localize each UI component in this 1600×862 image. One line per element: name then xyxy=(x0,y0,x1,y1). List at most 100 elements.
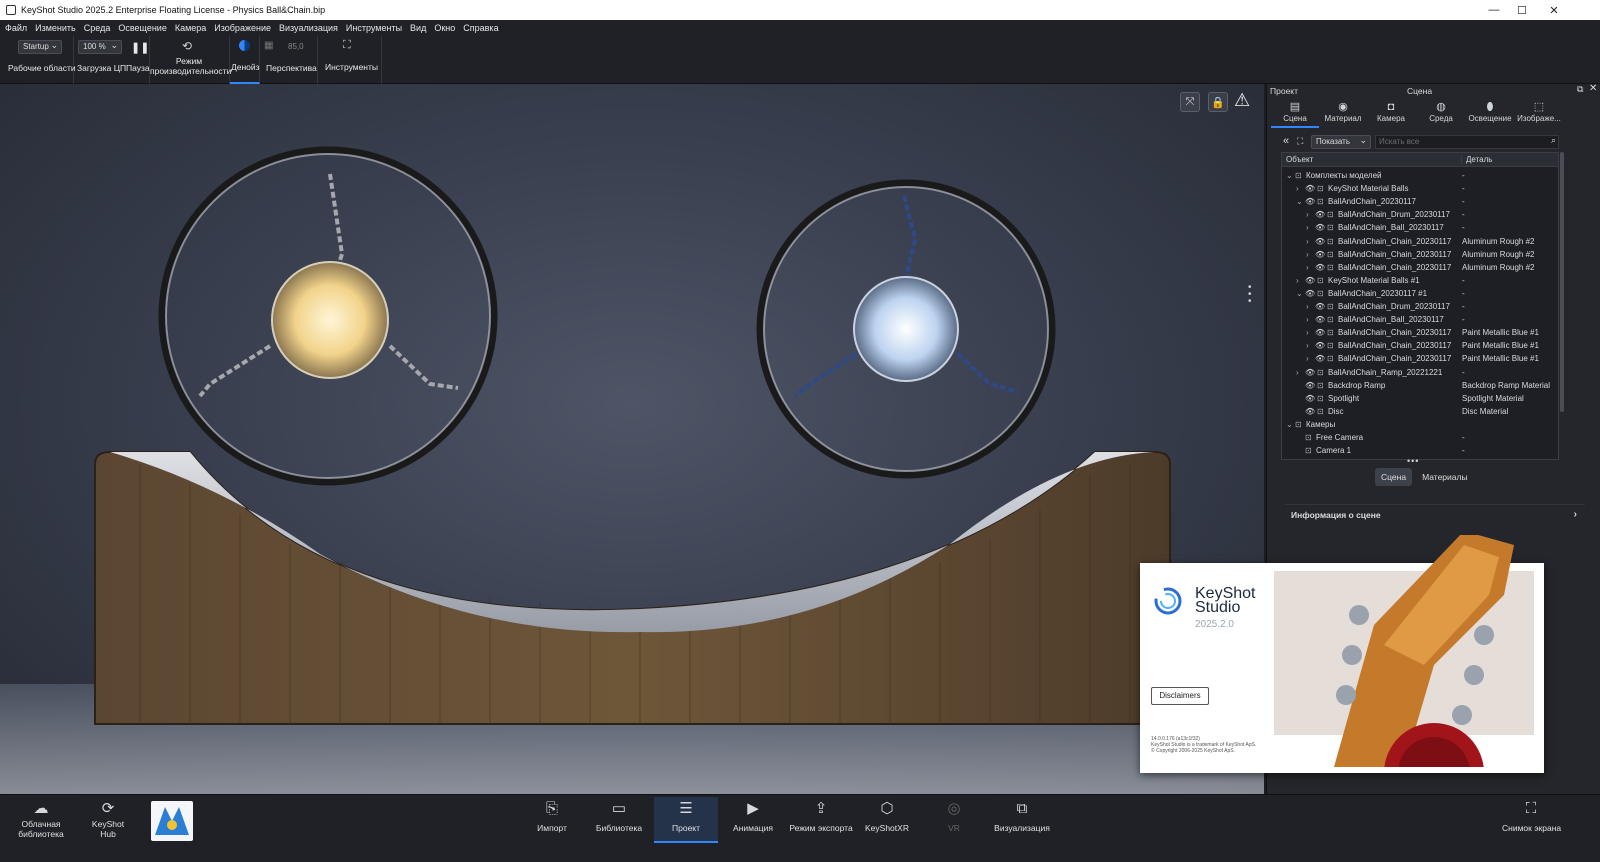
chevron-right-icon[interactable]: › xyxy=(1306,248,1309,261)
tab-image[interactable]: ⬚ Изображе... xyxy=(1515,98,1563,128)
panel-grip-icon[interactable]: • • • xyxy=(1248,283,1252,307)
chevron-right-icon[interactable]: › xyxy=(1296,366,1299,379)
chevron-right-icon[interactable]: › xyxy=(1306,326,1309,339)
plugin-logo-icon[interactable] xyxy=(151,801,193,841)
tree-row[interactable]: › 👁 ⊡ BallAndChain_Drum_20230117 - xyxy=(1282,300,1558,313)
tree-row[interactable]: 👁 ⊡ Disc Disc Material xyxy=(1282,405,1558,418)
chevron-right-icon[interactable]: › xyxy=(1306,339,1309,352)
cpu-dropdown[interactable]: 100 % xyxy=(78,39,122,54)
undock-icon[interactable]: ⧉ xyxy=(1577,84,1583,95)
chevron-right-icon[interactable]: › xyxy=(1296,274,1299,287)
tree-row[interactable]: › 👁 ⊡ BallAndChain_Chain_20230117 Aluminum R… xyxy=(1282,261,1558,274)
tree-row[interactable]: › 👁 ⊡ BallAndChain_Chain_20230117 Paint Meta… xyxy=(1282,339,1558,352)
tree-row[interactable]: ⌄ 👁 ⊡ BallAndChain_20230117 - xyxy=(1282,195,1558,208)
chevron-right-icon[interactable]: › xyxy=(1296,182,1299,195)
tree-row[interactable]: › 👁 ⊡ BallAndChain_Ball_20230117 - xyxy=(1282,221,1558,234)
tab-scene[interactable]: ▤ Сцена xyxy=(1271,98,1319,128)
visibility-eye-icon[interactable]: 👁 xyxy=(1315,313,1325,326)
tree-row[interactable]: ⌄ 👁 ⊡ BallAndChain_20230117 #1 - xyxy=(1282,287,1558,300)
bottom-vr-button[interactable]: ◎ VR xyxy=(926,797,982,843)
pause-label[interactable]: Пауза xyxy=(126,63,150,73)
subtab-scene[interactable]: Сцена xyxy=(1375,468,1413,486)
tree-row[interactable]: 👁 ⊡ Backdrop Ramp Backdrop Ramp Material xyxy=(1282,379,1558,392)
bottom-keyshotxr-button[interactable]: ⬡ KeyShotXR xyxy=(858,797,916,843)
disclaimers-button[interactable]: Disclaimers xyxy=(1151,687,1209,705)
tree-row[interactable]: › 👁 ⊡ KeyShot Material Balls #1 - xyxy=(1282,274,1558,287)
tree-row[interactable]: ⊡ Free Camera - xyxy=(1282,431,1558,444)
visibility-eye-icon[interactable]: 👁 xyxy=(1315,248,1325,261)
visibility-eye-icon[interactable]: 👁 xyxy=(1305,405,1315,418)
search-input[interactable]: Искать все xyxy=(1375,135,1559,149)
workspace-dropdown[interactable]: Startup xyxy=(18,39,62,54)
bottom-library-button[interactable]: ▭ Библиотека xyxy=(590,797,648,843)
tab-material[interactable]: ◉ Материал xyxy=(1319,98,1367,128)
chevron-right-icon[interactable]: › xyxy=(1306,221,1309,234)
chevron-down-icon[interactable]: ⌄ xyxy=(1286,169,1293,182)
chevron-right-icon[interactable]: › xyxy=(1306,235,1309,248)
tree-row[interactable]: › 👁 ⊡ BallAndChain_Ramp_20221221 - xyxy=(1282,366,1558,379)
visibility-eye-icon[interactable]: 👁 xyxy=(1315,261,1325,274)
menu-tools[interactable]: Инструменты xyxy=(346,23,402,33)
denoise-group[interactable]: Денойз xyxy=(230,36,260,84)
bottom-import-button[interactable]: ⎘ Импорт xyxy=(522,797,582,843)
chevron-down-icon[interactable]: ⌄ xyxy=(1296,287,1303,300)
tree-row[interactable]: ⊡ Camera 1 - xyxy=(1282,444,1558,457)
visibility-eye-icon[interactable]: 👁 xyxy=(1305,182,1315,195)
cloud-library-button[interactable]: ☁ Облачная библиотека xyxy=(14,797,68,843)
tree-row[interactable]: 👁 ⊡ Spotlight Spotlight Material xyxy=(1282,392,1558,405)
scene-info-section[interactable]: Информация о сцене › xyxy=(1285,504,1585,524)
tab-environment[interactable]: ◍ Среда xyxy=(1417,98,1465,128)
tree-row[interactable]: ⌄ ⊡ Камеры xyxy=(1282,418,1558,431)
bottom-animation-button[interactable]: ▶ Анимация xyxy=(722,797,784,843)
visibility-eye-icon[interactable]: 👁 xyxy=(1305,274,1315,287)
lock-icon[interactable]: 🔒 xyxy=(1208,92,1228,112)
warning-icon[interactable]: ⚠ xyxy=(1234,90,1250,111)
visibility-eye-icon[interactable]: 👁 xyxy=(1315,208,1325,221)
bottom-export-button[interactable]: ⇪ Режим экспорта xyxy=(786,797,856,843)
menu-camera[interactable]: Камера xyxy=(175,23,206,33)
fit-icon[interactable]: ⤧ xyxy=(1180,92,1200,112)
chevron-right-icon[interactable]: › xyxy=(1306,352,1309,365)
visibility-eye-icon[interactable]: 👁 xyxy=(1315,352,1325,365)
tree-row[interactable]: ⌄ ⊡ Комплекты моделей - xyxy=(1282,169,1558,182)
chevron-down-icon[interactable]: ⌄ xyxy=(1296,195,1303,208)
tree-row[interactable]: › 👁 ⊡ BallAndChain_Drum_20230117 - xyxy=(1282,208,1558,221)
column-detail[interactable]: Деталь xyxy=(1462,155,1492,164)
menu-window[interactable]: Окно xyxy=(434,23,455,33)
tab-camera[interactable]: ◘ Камера xyxy=(1367,98,1415,128)
menu-environment[interactable]: Среда xyxy=(84,23,111,33)
visibility-eye-icon[interactable]: 👁 xyxy=(1315,339,1325,352)
menu-file[interactable]: Файл xyxy=(5,23,27,33)
visibility-eye-icon[interactable]: 👁 xyxy=(1315,326,1325,339)
tree-row[interactable]: › 👁 ⊡ KeyShot Material Balls - xyxy=(1282,182,1558,195)
chevron-right-icon[interactable]: › xyxy=(1306,313,1309,326)
tree-scrollbar[interactable] xyxy=(1560,152,1564,412)
tree-row[interactable]: › 👁 ⊡ BallAndChain_Chain_20230117 Aluminum R… xyxy=(1282,235,1558,248)
menu-render[interactable]: Визуализация xyxy=(279,23,338,33)
panel-close-icon[interactable]: ✕ xyxy=(1589,83,1597,94)
visibility-eye-icon[interactable]: 👁 xyxy=(1315,300,1325,313)
bottom-project-button[interactable]: ☰ Проект xyxy=(654,797,718,843)
visibility-eye-icon[interactable]: 👁 xyxy=(1305,287,1315,300)
fov-field[interactable]: 85,0 xyxy=(288,40,312,53)
keyshot-hub-button[interactable]: ⟳ KeyShot Hub xyxy=(84,797,132,843)
chevron-right-icon[interactable]: › xyxy=(1306,261,1309,274)
render-viewport[interactable]: ⤧ 🔒 ⚠ • • • xyxy=(0,84,1264,794)
splitter-handle-icon[interactable]: ••• xyxy=(1407,456,1419,466)
visibility-eye-icon[interactable]: 👁 xyxy=(1305,195,1315,208)
menu-edit[interactable]: Изменить xyxy=(35,23,76,33)
scene-tree[interactable]: Объект Деталь ⌄ ⊡ Комплекты моделей - › 👁 ⊡ Key… xyxy=(1281,152,1559,460)
chevron-right-icon[interactable]: › xyxy=(1306,300,1309,313)
menu-view[interactable]: Вид xyxy=(410,23,426,33)
menu-help[interactable]: Справка xyxy=(463,23,498,33)
visibility-eye-icon[interactable]: 👁 xyxy=(1305,392,1315,405)
maximize-button[interactable]: ☐ xyxy=(1506,0,1538,20)
search-icon[interactable]: ⌕ xyxy=(1551,135,1556,146)
show-filter-dropdown[interactable]: Показать xyxy=(1311,134,1371,149)
tree-row[interactable]: › 👁 ⊡ BallAndChain_Ball_20230117 - xyxy=(1282,313,1558,326)
pause-icon[interactable]: ❚❚ xyxy=(131,41,149,54)
column-object[interactable]: Объект xyxy=(1282,155,1462,164)
screenshot-button[interactable]: ⛶ Снимок экрана xyxy=(1502,797,1561,843)
menu-image[interactable]: Изображение xyxy=(214,23,271,33)
scene-tree-icon[interactable]: ⛶ xyxy=(1297,136,1303,147)
